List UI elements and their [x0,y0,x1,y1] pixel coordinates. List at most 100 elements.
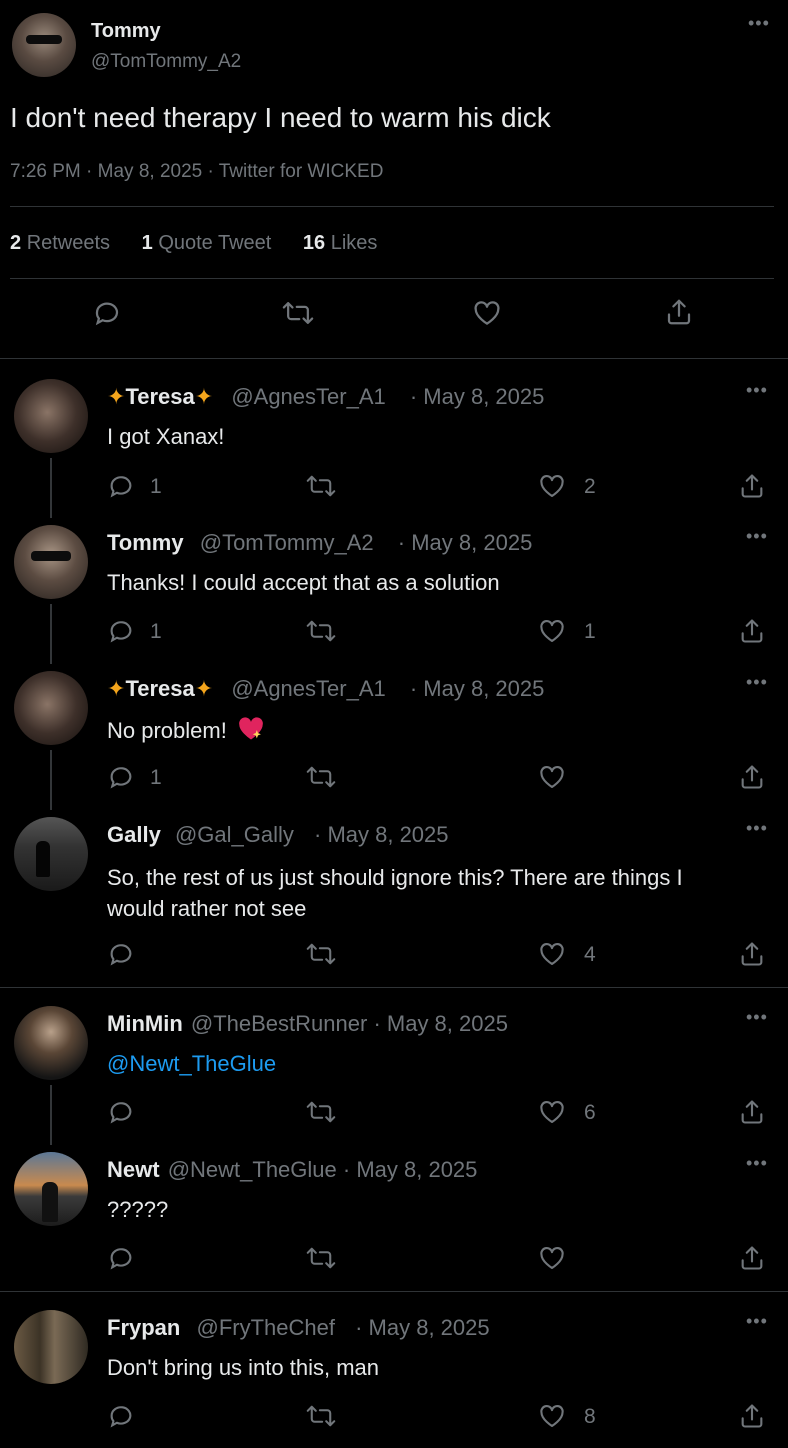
author-name[interactable]: MinMin [107,1011,183,1036]
retweet-icon[interactable] [306,472,336,500]
author-handle[interactable]: @TomTommy_A2 [91,51,241,73]
share-icon[interactable] [664,297,694,327]
reply-header: Newt @Newt_TheGlue · May 8, 2025 [107,1157,477,1183]
retweets-stat[interactable]: 2 Retweets [10,232,110,254]
reply-count: 1 [150,475,162,498]
reply-text: So, the rest of us just should ignore th… [107,865,683,921]
reply-text: I got Xanax! [107,424,225,449]
like-icon[interactable] [538,617,566,645]
avatar[interactable] [12,13,76,77]
like-icon[interactable] [538,763,566,791]
reply-icon[interactable] [107,1402,135,1430]
reply-date[interactable]: · May 8, 2025 [343,1157,478,1182]
avatar[interactable] [14,1006,88,1080]
more-options-icon[interactable]: ••• [746,1008,768,1026]
like-icon[interactable] [538,1402,566,1430]
like-count: 6 [584,1101,596,1124]
like-icon[interactable] [538,472,566,500]
retweet-icon[interactable] [282,298,314,328]
author-name[interactable]: Tommy [107,530,184,555]
divider [0,1291,788,1292]
like-icon[interactable] [538,940,566,968]
like-count: 1 [584,620,596,643]
author-handle[interactable]: @TheBestRunner [191,1011,367,1036]
reply-header: Frypan @FryTheChef · May 8, 2025 [107,1315,490,1341]
reply-header: MinMin @TheBestRunner · May 8, 2025 [107,1011,508,1037]
likes-stat[interactable]: 16 Likes [303,232,378,254]
mention-link[interactable]: @Newt_TheGlue [107,1051,276,1077]
reply-header: Tommy @TomTommy_A2 · May 8, 2025 [107,530,532,556]
reply-header: ✦Teresa✦ @AgnesTer_A1 · May 8, 2025 [107,384,544,410]
more-options-icon[interactable]: ••• [746,381,768,399]
reply-date[interactable]: · May 8, 2025 [314,822,449,847]
reply-icon[interactable] [107,617,135,645]
more-options-icon[interactable]: ••• [746,1154,768,1172]
reply-date[interactable]: · May 8, 2025 [355,1315,490,1340]
divider [0,987,788,988]
like-icon[interactable] [538,1244,566,1272]
reply-date[interactable]: · May 8, 2025 [410,676,545,701]
author-name[interactable]: Teresa [125,676,194,701]
reply-icon[interactable] [92,298,122,328]
avatar[interactable] [14,525,88,599]
author-name[interactable]: Frypan [107,1315,180,1340]
avatar[interactable] [14,1152,88,1226]
reply-text-row: No problem! [107,716,265,748]
author-name[interactable]: Newt [107,1157,160,1182]
retweet-icon[interactable] [306,1244,336,1272]
more-options-icon[interactable]: ••• [748,14,770,32]
author-handle[interactable]: @FryTheChef [196,1315,334,1340]
reply-date[interactable]: · May 8, 2025 [398,530,533,555]
like-icon[interactable] [538,1098,566,1126]
retweet-icon[interactable] [306,617,336,645]
reply-date[interactable]: · May 8, 2025 [410,384,545,409]
reply-icon[interactable] [107,472,135,500]
like-count: 8 [584,1405,596,1428]
sparkle-star-emoji-icon: ✦ [107,384,126,409]
sparkle-star-emoji-icon: ✦ [107,676,126,701]
tweet-meta: 7:26 PM · May 8, 2025 · Twitter for WICK… [10,161,384,182]
more-options-icon[interactable]: ••• [746,1312,768,1330]
reply-count: 1 [150,766,162,789]
reply-icon[interactable] [107,940,135,968]
retweet-icon[interactable] [306,1402,336,1430]
author-handle[interactable]: @AgnesTer_A1 [231,676,385,701]
author-handle[interactable]: @TomTommy_A2 [200,530,374,555]
author-handle[interactable]: @Gal_Gally [175,822,294,847]
more-options-icon[interactable]: ••• [746,673,768,691]
share-icon[interactable] [738,1402,766,1430]
share-icon[interactable] [738,1244,766,1272]
reply-header: Gally @Gal_Gally · May 8, 2025 [107,822,449,848]
reply-text: Thanks! I could accept that as a solutio… [107,570,500,595]
quotes-stat[interactable]: 1 Quote Tweet [142,232,272,254]
sparkle-star-emoji-icon: ✦ [194,384,214,409]
author-handle[interactable]: @AgnesTer_A1 [231,384,385,409]
reply-header: ✦Teresa✦ @AgnesTer_A1 · May 8, 2025 [107,676,544,702]
avatar[interactable] [14,379,88,453]
author-name[interactable]: Gally [107,822,161,847]
share-icon[interactable] [738,1098,766,1126]
reply-icon[interactable] [107,1098,135,1126]
author-name[interactable]: Tommy [91,20,161,43]
reply-icon[interactable] [107,1244,135,1272]
like-count: 4 [584,943,596,966]
reply-date[interactable]: · May 8, 2025 [373,1011,508,1036]
more-options-icon[interactable]: ••• [746,527,768,545]
retweet-icon[interactable] [306,1098,336,1126]
reply-text: ????? [107,1197,169,1222]
author-handle[interactable]: @Newt_TheGlue [168,1157,337,1182]
share-icon[interactable] [738,617,766,645]
like-icon[interactable] [472,298,502,328]
share-icon[interactable] [738,940,766,968]
author-name[interactable]: Teresa [125,384,194,409]
divider [10,206,774,207]
retweet-icon[interactable] [306,940,336,968]
reply-icon[interactable] [107,763,135,791]
avatar[interactable] [14,817,88,891]
share-icon[interactable] [738,472,766,500]
avatar[interactable] [14,671,88,745]
avatar[interactable] [14,1310,88,1384]
share-icon[interactable] [738,763,766,791]
more-options-icon[interactable]: ••• [746,819,768,837]
retweet-icon[interactable] [306,763,336,791]
